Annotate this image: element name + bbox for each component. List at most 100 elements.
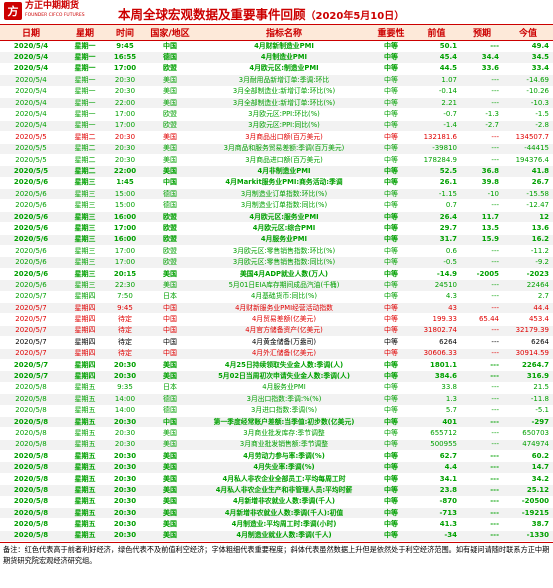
cell-forecast: --- bbox=[461, 325, 503, 338]
cell-weekday: 星期四 bbox=[62, 336, 108, 349]
cell-time: 20:30 bbox=[108, 143, 142, 155]
cell-indicator: 4月私人非农企业生产和非管理人员:平均时薪 bbox=[198, 484, 370, 497]
cell-time: 待定 bbox=[108, 325, 142, 338]
cell-actual: 44.4 bbox=[503, 302, 553, 315]
cell-region: 美国 bbox=[142, 473, 198, 486]
col-header-date: 日期 bbox=[0, 25, 62, 41]
cell-weekday: 星期三 bbox=[62, 199, 108, 212]
cell-time: 20:30 bbox=[108, 507, 142, 520]
cell-importance: 中等 bbox=[370, 313, 412, 326]
cell-indicator: 4月25日持续领取失业金人数:季调(人) bbox=[198, 359, 370, 372]
cell-forecast: --- bbox=[461, 256, 503, 269]
cell-actual: -10.3 bbox=[503, 97, 553, 110]
cell-previous: -14.9 bbox=[412, 268, 461, 281]
cell-indicator: 3月商品进口额(百万美元) bbox=[198, 154, 370, 167]
cell-indicator: 4月新增非农就业人数:季调(千人) bbox=[198, 496, 370, 509]
cell-weekday: 星期四 bbox=[62, 313, 108, 326]
cell-region: 欧盟 bbox=[142, 245, 198, 258]
cell-importance: 中等 bbox=[370, 97, 412, 110]
cell-importance: 中等 bbox=[370, 518, 412, 531]
cell-previous: 33.8 bbox=[412, 382, 461, 395]
cell-weekday: 星期五 bbox=[62, 496, 108, 509]
cell-importance: 中等 bbox=[370, 507, 412, 520]
cell-previous: -713 bbox=[412, 507, 461, 520]
cell-time: 9:45 bbox=[108, 302, 142, 315]
table-row: 2020/5/8 星期五 20:30 美国 4月新增非农就业人数:季调(千人):初值 中等… bbox=[0, 507, 553, 520]
cell-time: 14:00 bbox=[108, 405, 142, 417]
cell-time: 16:00 bbox=[108, 234, 142, 247]
cell-region: 德国 bbox=[142, 51, 198, 64]
cell-forecast: --- bbox=[461, 370, 503, 383]
cell-previous: 655712 bbox=[412, 427, 461, 440]
cell-weekday: 星期三 bbox=[62, 268, 108, 281]
cell-date: 2020/5/7 bbox=[0, 302, 62, 315]
cell-region: 美国 bbox=[142, 370, 198, 383]
cell-weekday: 星期四 bbox=[62, 348, 108, 360]
col-header-forecast: 预期 bbox=[461, 25, 503, 41]
cell-time: 20:30 bbox=[108, 74, 142, 87]
cell-weekday: 星期四 bbox=[62, 291, 108, 304]
cell-forecast: --- bbox=[461, 291, 503, 304]
table-row: 2020/5/6 星期三 1:45 中国 4月Markit服务业PMI:商务活动:季调中… bbox=[0, 177, 553, 190]
cell-importance: 中等 bbox=[370, 325, 412, 338]
cell-importance: 中等 bbox=[370, 279, 412, 292]
report-title: 本周全球宏观数据及重要事件回顾（2020年5月10日） bbox=[118, 4, 404, 23]
cell-actual: -14.69 bbox=[503, 74, 553, 87]
cell-date: 2020/5/6 bbox=[0, 188, 62, 201]
cell-time: 9:45 bbox=[108, 40, 142, 53]
cell-region: 美国 bbox=[142, 530, 198, 543]
cell-indicator: 3月商品和服务贸易差额:季调(百万美元) bbox=[198, 143, 370, 155]
cell-date: 2020/5/7 bbox=[0, 348, 62, 360]
cell-weekday: 星期二 bbox=[62, 143, 108, 155]
cell-date: 2020/5/8 bbox=[0, 507, 62, 520]
cell-actual: -297 bbox=[503, 416, 553, 429]
cell-previous: 0.7 bbox=[412, 199, 461, 212]
cell-previous: -0.7 bbox=[412, 108, 461, 121]
cell-region: 中国 bbox=[142, 313, 198, 326]
cell-date: 2020/5/6 bbox=[0, 234, 62, 247]
cell-region: 美国 bbox=[142, 518, 198, 531]
table-row: 2020/5/8 星期五 14:00 德国 3月进口指数:季调(%) 中等 5.7 --- -5… bbox=[0, 405, 553, 417]
cell-region: 德国 bbox=[142, 188, 198, 201]
cell-previous: -39810 bbox=[412, 143, 461, 155]
cell-actual: -1330 bbox=[503, 530, 553, 543]
cell-previous: 2.21 bbox=[412, 97, 461, 110]
cell-indicator: 3月商业批发销售额:季节调整 bbox=[198, 439, 370, 452]
cell-time: 20:30 bbox=[108, 359, 142, 372]
cell-date: 2020/5/7 bbox=[0, 291, 62, 304]
table-row: 2020/5/7 星期四 20:30 美国 4月25日持续领取失业金人数:季调(人) 中等… bbox=[0, 359, 553, 372]
cell-forecast: --- bbox=[461, 279, 503, 292]
cell-weekday: 星期三 bbox=[62, 222, 108, 235]
cell-previous: 1.3 bbox=[412, 393, 461, 406]
cell-date: 2020/5/8 bbox=[0, 496, 62, 509]
cell-importance: 中等 bbox=[370, 51, 412, 64]
cell-date: 2020/5/5 bbox=[0, 154, 62, 167]
table-row: 2020/5/8 星期五 14:00 德国 3月出口指数:季调:%(%) 中等 1.3 ---… bbox=[0, 393, 553, 406]
cell-actual: 453.4 bbox=[503, 313, 553, 326]
cell-previous: 401 bbox=[412, 416, 461, 429]
table-row: 2020/5/4 星期一 16:55 德国 4月制造业PMI 中等 45.4 34.4 34.5 bbox=[0, 51, 553, 64]
cell-previous: 384.6 bbox=[412, 370, 461, 383]
cell-date: 2020/5/8 bbox=[0, 439, 62, 452]
cell-indicator: 4月私人非农企业全部员工:平均每周工时 bbox=[198, 473, 370, 486]
cell-forecast: --- bbox=[461, 74, 503, 87]
cell-date: 2020/5/6 bbox=[0, 245, 62, 258]
cell-previous: -0.5 bbox=[412, 256, 461, 269]
report-date: （2020年5月10日） bbox=[305, 11, 405, 22]
cell-region: 美国 bbox=[142, 154, 198, 167]
cell-indicator: 3月欧元区:PPI:环比(%) bbox=[198, 108, 370, 121]
cell-region: 美国 bbox=[142, 450, 198, 463]
cell-previous: 44.5 bbox=[412, 63, 461, 76]
cell-time: 17:00 bbox=[108, 63, 142, 76]
cell-region: 美国 bbox=[142, 507, 198, 520]
cell-actual: 6264 bbox=[503, 336, 553, 349]
cell-date: 2020/5/4 bbox=[0, 63, 62, 76]
cell-weekday: 星期一 bbox=[62, 51, 108, 64]
cell-importance: 中等 bbox=[370, 165, 412, 178]
cell-importance: 中等 bbox=[370, 154, 412, 167]
cell-previous: 50.1 bbox=[412, 40, 461, 53]
cell-date: 2020/5/8 bbox=[0, 405, 62, 417]
cell-importance: 中等 bbox=[370, 256, 412, 269]
cell-region: 德国 bbox=[142, 405, 198, 417]
cell-actual: 49.4 bbox=[503, 40, 553, 53]
